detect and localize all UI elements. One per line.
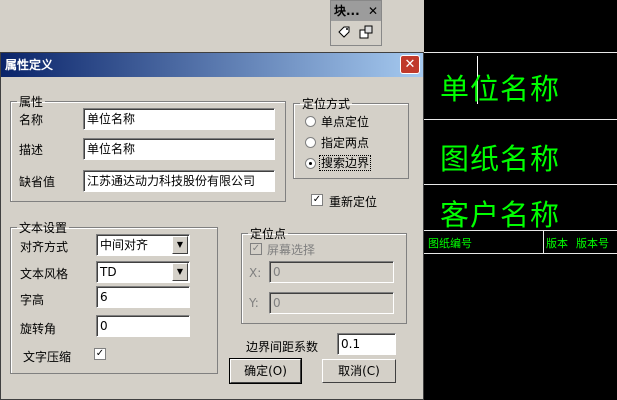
text-settings-legend: 文本设置 — [19, 221, 68, 235]
title-block-line — [424, 253, 617, 254]
close-button[interactable]: ✕ — [400, 55, 420, 74]
positioning-legend: 定位方式 — [302, 97, 351, 111]
anchor-point-legend: 定位点 — [250, 227, 287, 241]
text-compress-checkbox[interactable]: ✓ — [94, 348, 106, 360]
margin-input[interactable]: 0.1 — [337, 333, 396, 355]
text-style-label: 文本风格 — [20, 267, 69, 281]
dialog-titlebar[interactable]: 属性定义 ✕ — [1, 53, 423, 77]
default-value-label: 缺省值 — [19, 175, 56, 189]
default-value-input[interactable]: 江苏通达动力科技股份有限公司 — [83, 170, 275, 192]
tag-icon[interactable] — [337, 25, 351, 39]
text-style-select[interactable]: TD ▼ — [96, 261, 190, 283]
two-points-label[interactable]: 指定两点 — [321, 134, 369, 151]
x-input[interactable]: 0 — [269, 261, 394, 283]
cad-unit-name: 单位名称 — [440, 72, 561, 106]
two-points-radio[interactable] — [305, 137, 316, 148]
block-toolbar: 块... ✕ — [330, 0, 382, 46]
screen-select-checkbox[interactable]: ✓ — [250, 243, 262, 255]
title-block-line — [424, 52, 617, 53]
screen-select-label: 屏幕选择 — [267, 243, 316, 257]
attributes-legend: 属性 — [19, 95, 44, 109]
description-label: 描述 — [19, 143, 44, 157]
y-label: Y: — [249, 296, 259, 310]
text-height-label: 字高 — [20, 293, 45, 307]
align-label: 对齐方式 — [20, 240, 69, 254]
margin-label: 边界间距系数 — [246, 340, 319, 354]
ok-button[interactable]: 确定(O) — [229, 358, 302, 384]
search-boundary-radio[interactable] — [305, 158, 316, 169]
reposition-checkbox[interactable]: ✓ — [311, 194, 323, 206]
search-boundary-text: 搜索边界 — [319, 155, 372, 171]
cad-version: 版本 — [546, 237, 568, 250]
attribute-definition-dialog: 属性定义 ✕ 属性 名称 单位名称 描述 单位名称 缺省值 江苏通达动力科技股份… — [0, 52, 424, 400]
cad-drawing-no: 图纸编号 — [428, 237, 472, 250]
single-point-label[interactable]: 单点定位 — [321, 113, 369, 130]
close-icon[interactable]: ✕ — [368, 1, 378, 21]
search-boundary-label[interactable]: 搜索边界 — [319, 154, 372, 171]
name-label: 名称 — [19, 113, 44, 127]
text-height-input[interactable]: 6 — [96, 286, 190, 308]
single-point-radio[interactable] — [305, 116, 316, 127]
description-input[interactable]: 单位名称 — [83, 138, 275, 160]
y-input[interactable]: 0 — [269, 292, 394, 314]
text-compress-label: 文字压缩 — [23, 350, 72, 364]
rotation-label: 旋转角 — [20, 322, 57, 336]
chevron-down-icon[interactable]: ▼ — [172, 263, 188, 281]
close-icon: ✕ — [404, 57, 416, 72]
dialog-title: 属性定义 — [5, 58, 54, 72]
cad-drawing-name: 图纸名称 — [440, 142, 561, 176]
block-toolbar-title: 块... — [334, 4, 360, 18]
text-style-value: TD — [100, 265, 117, 279]
rotation-input[interactable]: 0 — [96, 315, 190, 337]
title-block-line — [424, 184, 617, 185]
align-value: 中间对齐 — [100, 238, 149, 252]
cad-client-name: 客户名称 — [440, 198, 561, 232]
block-toolbar-titlebar[interactable]: 块... ✕ — [331, 1, 381, 21]
name-input[interactable]: 单位名称 — [83, 108, 275, 130]
x-label: X: — [249, 266, 262, 280]
reposition-label[interactable]: 重新定位 — [329, 193, 377, 210]
chevron-down-icon[interactable]: ▼ — [172, 236, 188, 254]
cad-version-no: 版本号 — [576, 237, 609, 250]
title-block-line — [424, 119, 617, 120]
block-insert-icon[interactable] — [359, 25, 373, 39]
align-select[interactable]: 中间对齐 ▼ — [96, 234, 190, 256]
cancel-button[interactable]: 取消(C) — [322, 359, 396, 383]
